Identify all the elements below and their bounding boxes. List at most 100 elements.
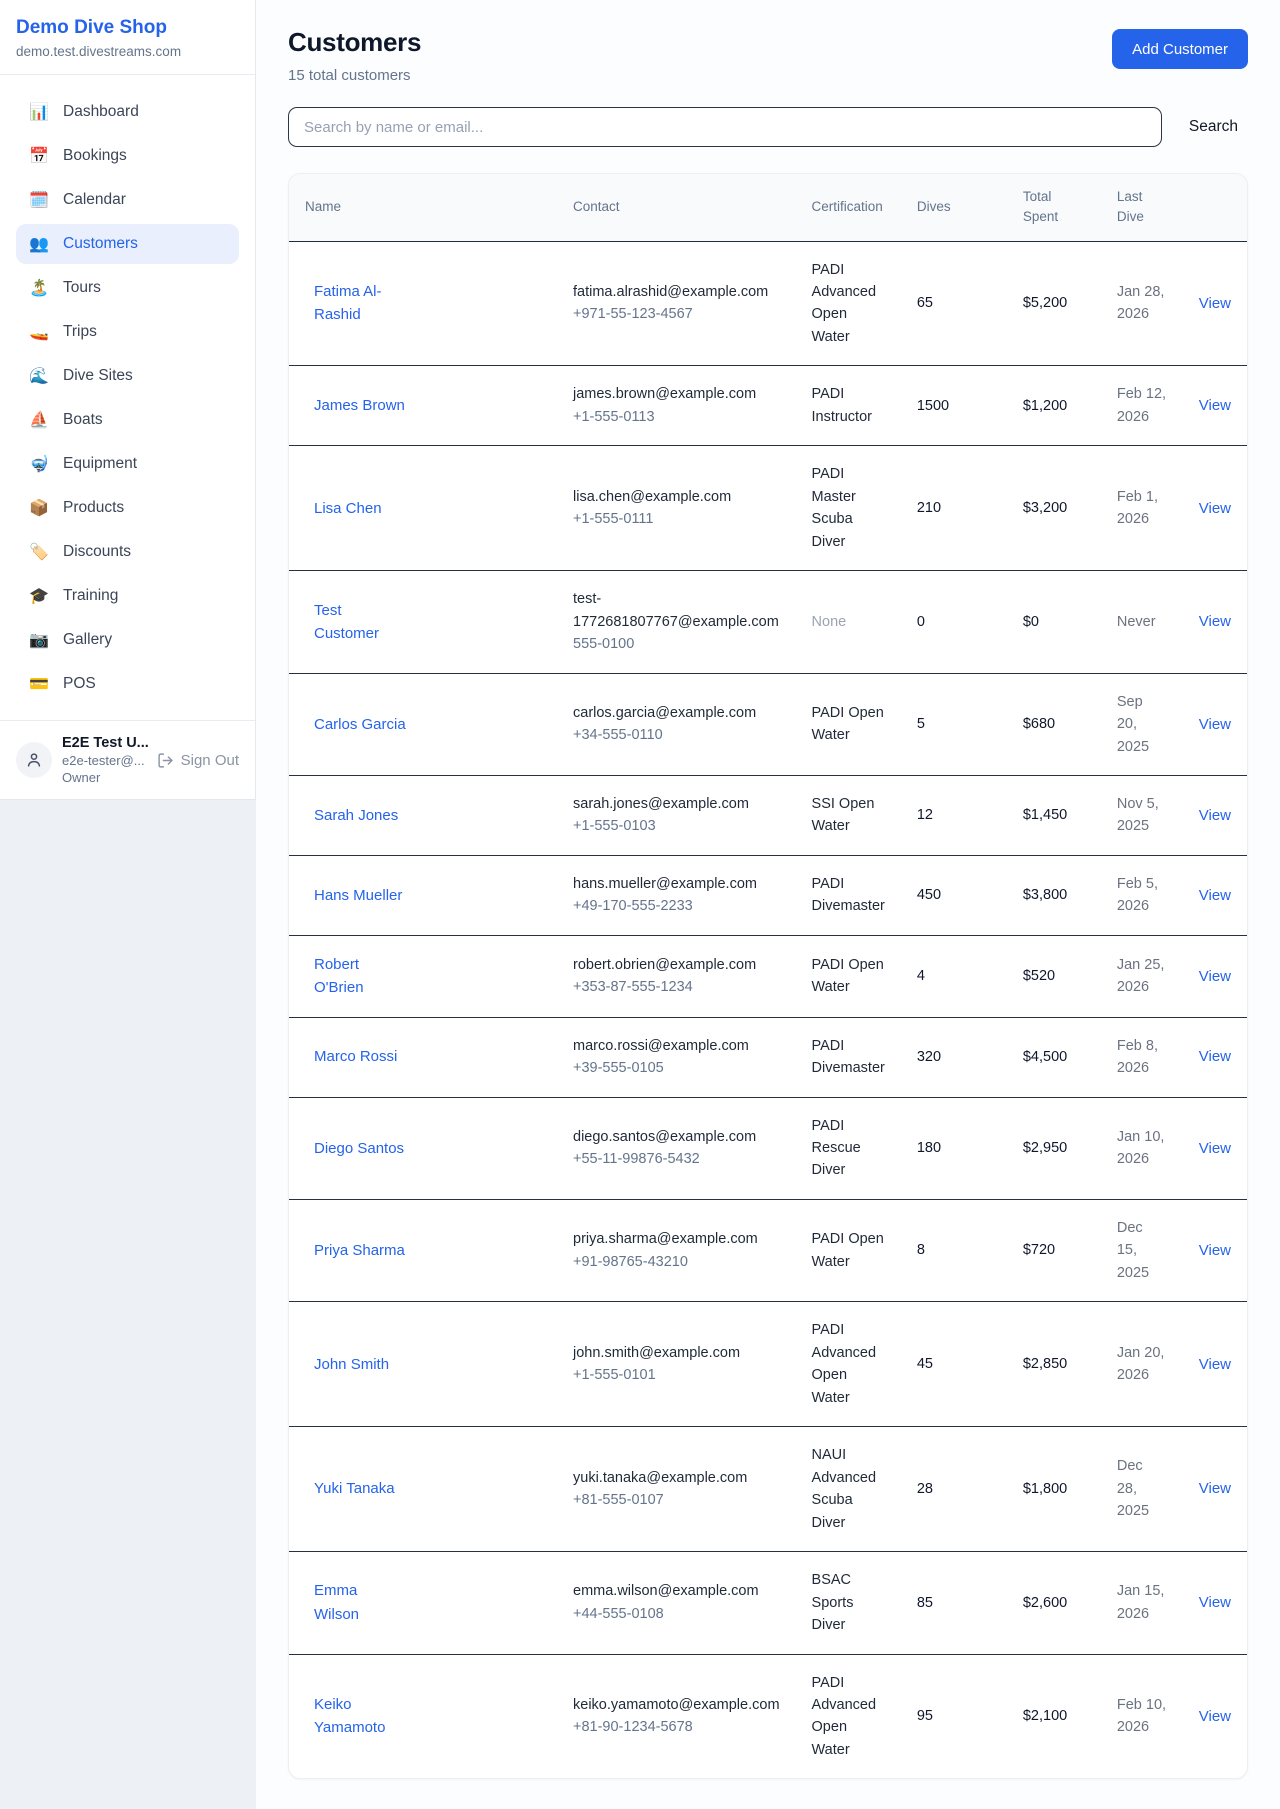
view-link[interactable]: View (1199, 716, 1231, 733)
sidebar-item[interactable]: 📅 Bookings (16, 136, 239, 176)
nav-item-icon: 📅 (28, 146, 50, 166)
view-link[interactable]: View (1199, 1594, 1231, 1611)
customer-email: lisa.chen@example.com (573, 486, 780, 508)
view-link[interactable]: View (1199, 397, 1231, 414)
sidebar-item[interactable]: 🏷️ Discounts (16, 532, 239, 572)
nav-item-label: Dashboard (63, 103, 139, 121)
nav-item-label: Equipment (63, 455, 137, 473)
view-link[interactable]: View (1199, 1242, 1231, 1259)
customer-phone: +971-55-123-4567 (573, 303, 780, 325)
certification: BSAC Sports Diver (812, 1569, 885, 1636)
customer-email: james.brown@example.com (573, 383, 780, 405)
customer-row: Diego Santos diego.santos@example.com +5… (289, 1097, 1247, 1199)
customer-name-link[interactable]: Fatima Al-Rashid (314, 280, 406, 327)
dives-count: 8 (901, 1199, 1007, 1301)
view-link[interactable]: View (1199, 1356, 1231, 1373)
customer-name-link[interactable]: Hans Mueller (314, 884, 402, 907)
customer-name-link[interactable]: James Brown (314, 394, 405, 417)
total-spent: $0 (1007, 571, 1101, 673)
sidebar-item[interactable]: 🏝️ Tours (16, 268, 239, 308)
customer-name-link[interactable]: Diego Santos (314, 1137, 404, 1160)
view-link[interactable]: View (1199, 1048, 1231, 1065)
customer-phone: +1-555-0113 (573, 406, 780, 428)
last-dive-date: Feb 1, 2026 (1117, 486, 1167, 531)
customer-name-link[interactable]: Yuki Tanaka (314, 1477, 395, 1500)
view-link[interactable]: View (1199, 968, 1231, 985)
last-dive-date: Jan 20, 2026 (1117, 1342, 1167, 1387)
view-link[interactable]: View (1199, 1708, 1231, 1725)
customer-row: Priya Sharma priya.sharma@example.com +9… (289, 1199, 1247, 1301)
customer-name-link[interactable]: Lisa Chen (314, 497, 382, 520)
sidebar-item[interactable]: 🎓 Training (16, 576, 239, 616)
dives-count: 1500 (901, 366, 1007, 446)
sidebar-item[interactable]: 📷 Gallery (16, 620, 239, 660)
user-name: E2E Test U... (62, 735, 147, 751)
last-dive-date: Dec 28, 2025 (1117, 1455, 1167, 1522)
dives-count: 65 (901, 241, 1007, 366)
customer-email: keiko.yamamoto@example.com (573, 1694, 780, 1716)
customer-row: John Smith john.smith@example.com +1-555… (289, 1302, 1247, 1427)
nav-item-label: Trips (63, 323, 97, 341)
user-role: Owner (62, 770, 147, 785)
sidebar-item[interactable]: ⛵ Boats (16, 400, 239, 440)
view-link[interactable]: View (1199, 1140, 1231, 1157)
sidebar-item[interactable]: 🗓️ Calendar (16, 180, 239, 220)
certification: PADI Divemaster (812, 1035, 885, 1080)
view-link[interactable]: View (1199, 295, 1231, 312)
nav-item-icon: 🚤 (28, 322, 50, 342)
customer-row: James Brown james.brown@example.com +1-5… (289, 366, 1247, 446)
customer-name-link[interactable]: Test Customer (314, 599, 406, 646)
sidebar-item[interactable]: 🌊 Dive Sites (16, 356, 239, 396)
customer-name-link[interactable]: Emma Wilson (314, 1579, 406, 1626)
nav-item-icon: ⛵ (28, 410, 50, 430)
customer-name-link[interactable]: John Smith (314, 1353, 389, 1376)
sign-out-button[interactable]: Sign Out (157, 752, 239, 769)
table-header: Name Contact Certification Dives Total S… (289, 174, 1247, 241)
brand-name[interactable]: Demo Dive Shop (16, 17, 239, 39)
sidebar-item[interactable]: 📊 Dashboard (16, 92, 239, 132)
sidebar-item[interactable]: 💳 POS (16, 664, 239, 704)
nav-item-label: Gallery (63, 631, 112, 649)
total-spent: $1,800 (1007, 1427, 1101, 1552)
customer-email: fatima.alrashid@example.com (573, 281, 780, 303)
view-link[interactable]: View (1199, 613, 1231, 630)
certification: PADI Instructor (812, 383, 885, 428)
column-header (1183, 174, 1247, 241)
customer-name-link[interactable]: Priya Sharma (314, 1239, 405, 1262)
certification: PADI Divemaster (812, 873, 885, 918)
search-input[interactable] (288, 107, 1162, 147)
total-spent: $2,950 (1007, 1097, 1101, 1199)
nav-item-label: Customers (63, 235, 138, 253)
customer-name-link[interactable]: Marco Rossi (314, 1045, 397, 1068)
certification: PADI Open Water (812, 702, 885, 747)
sidebar-item[interactable]: 📦 Products (16, 488, 239, 528)
search-button[interactable]: Search (1162, 118, 1248, 136)
sidebar-item[interactable]: 🤿 Equipment (16, 444, 239, 484)
customer-name-link[interactable]: Carlos Garcia (314, 713, 406, 736)
nav-item-label: Boats (63, 411, 103, 429)
total-spent: $2,100 (1007, 1654, 1101, 1778)
customer-name-link[interactable]: Keiko Yamamoto (314, 1693, 406, 1740)
customer-name-link[interactable]: Sarah Jones (314, 804, 398, 827)
nav-item-icon: 👥 (28, 234, 50, 254)
customer-name-link[interactable]: Robert O'Brien (314, 953, 406, 1000)
customer-phone: +44-555-0108 (573, 1603, 780, 1625)
view-link[interactable]: View (1199, 1480, 1231, 1497)
total-spent: $680 (1007, 673, 1101, 775)
dives-count: 210 (901, 446, 1007, 571)
dives-count: 28 (901, 1427, 1007, 1552)
view-link[interactable]: View (1199, 807, 1231, 824)
sidebar-item[interactable]: 🚤 Trips (16, 312, 239, 352)
customer-row: Hans Mueller hans.mueller@example.com +4… (289, 855, 1247, 935)
view-link[interactable]: View (1199, 887, 1231, 904)
total-spent: $5,200 (1007, 241, 1101, 366)
total-spent: $720 (1007, 1199, 1101, 1301)
sign-out-label: Sign Out (181, 752, 239, 769)
avatar (16, 742, 52, 778)
sidebar-item[interactable]: 👥 Customers (16, 224, 239, 264)
add-customer-button[interactable]: Add Customer (1112, 29, 1248, 69)
customer-row: Fatima Al-Rashid fatima.alrashid@example… (289, 241, 1247, 366)
brand: Demo Dive Shop demo.test.divestreams.com (0, 0, 255, 75)
view-link[interactable]: View (1199, 500, 1231, 517)
certification: None (812, 611, 847, 633)
